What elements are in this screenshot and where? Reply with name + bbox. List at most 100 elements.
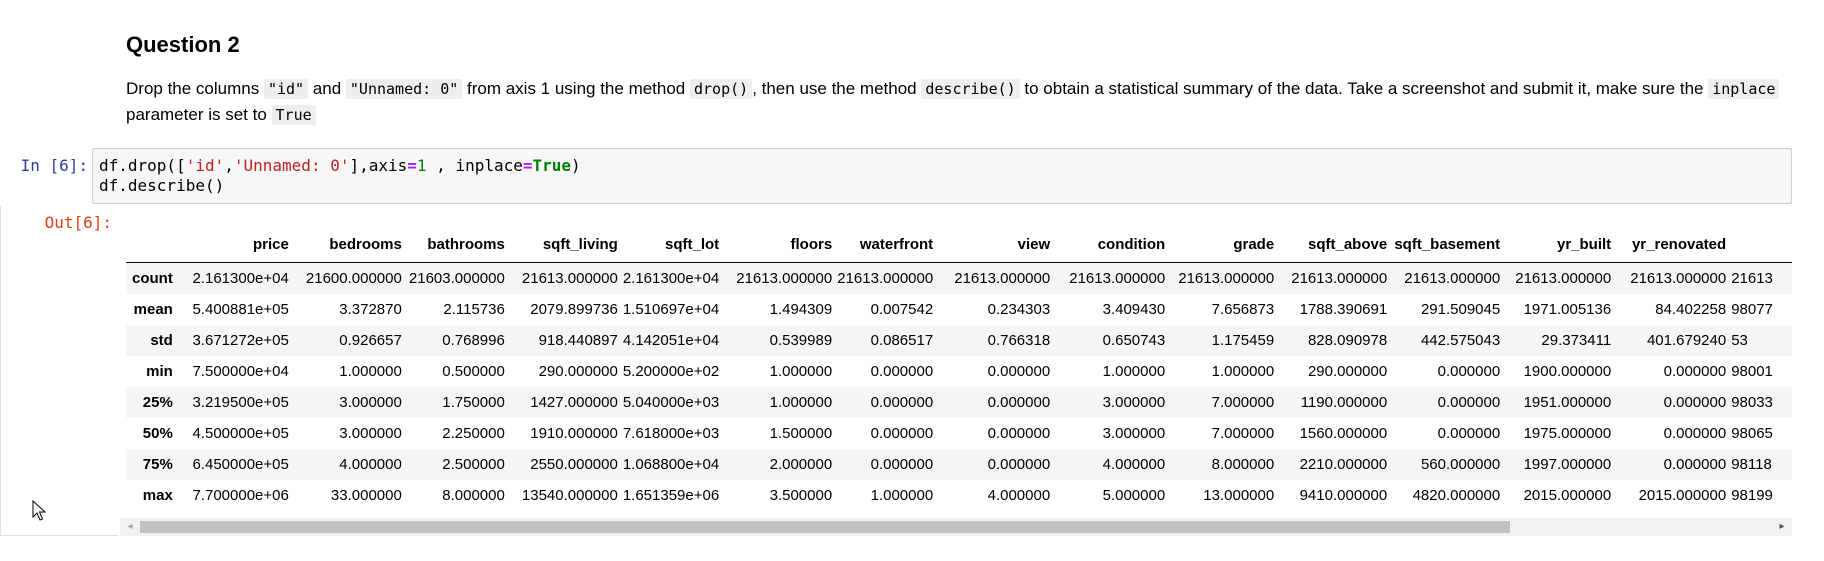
table-cell: 918.440897: [538, 332, 618, 349]
table-cell: 1975.000000: [1523, 425, 1612, 442]
table-cell: 7.000000: [1211, 425, 1275, 442]
table-cell: 2.500000: [442, 456, 505, 473]
table-cell: 1190.000000: [1300, 394, 1388, 411]
table-cell: 1.000000: [1102, 363, 1166, 380]
table-cell: 0.000000: [870, 363, 934, 380]
code-editor[interactable]: df.drop(['id','Unnamed: 0'],axis=1 , inp…: [92, 148, 1792, 204]
row-label: min: [146, 363, 173, 380]
table-cell: 2079.899736: [530, 301, 618, 318]
table-cell: 98118: [1731, 456, 1772, 473]
table-cell: 21613.000000: [521, 270, 618, 287]
table-cell: 21613.000000: [736, 270, 833, 287]
table-cell: 0.000000: [1663, 394, 1727, 411]
table-cell: 98077: [1731, 301, 1773, 318]
column-header: yr_renovated: [1616, 226, 1732, 263]
table-cell: 0.000000: [870, 394, 934, 411]
table-cell: 7.656873: [1211, 301, 1275, 318]
table-cell: 2210.000000: [1299, 456, 1388, 473]
table-cell: 0.086517: [870, 332, 934, 349]
table-cell: 2015.000000: [1638, 487, 1727, 504]
scroll-left-arrow-icon[interactable]: ◂: [124, 521, 136, 533]
table-cell: 401.679240: [1646, 332, 1727, 349]
table-cell: 2550.000000: [530, 456, 618, 473]
table-cell: 7.700000e+06: [192, 487, 289, 504]
table-cell: 1.500000: [769, 425, 833, 442]
table-cell: 1.651359e+06: [622, 487, 720, 504]
table-cell: 5.400881e+05: [192, 301, 289, 318]
table-row: std 3.671272e+05 0.926657 0.768996 918.44089…: [126, 325, 1792, 356]
table-cell: 1.000000: [769, 394, 833, 411]
table-cell: 33.000000: [330, 487, 402, 504]
table-cell: 0.000000: [870, 456, 934, 473]
output-prompt: Out[6]:: [44, 213, 112, 232]
table-cell: 3.000000: [339, 425, 402, 442]
table-cell: 1.175459: [1211, 332, 1275, 349]
row-label: max: [142, 487, 173, 504]
table-cell: 4.142051e+04: [622, 332, 720, 349]
table-cell: 1.000000: [870, 487, 934, 504]
question-text: Drop the columns "id" and "Unnamed: 0" f…: [126, 76, 1786, 128]
table-cell: 0.766318: [987, 332, 1051, 349]
table-cell: 1971.005136: [1523, 301, 1612, 318]
output-collapse-area[interactable]: [0, 206, 118, 536]
table-cell: 0.234303: [987, 301, 1051, 318]
scrollbar-thumb[interactable]: [140, 521, 1510, 533]
mouse-cursor-icon: [32, 500, 46, 521]
horizontal-scrollbar[interactable]: ◂ ▸: [120, 518, 1792, 536]
table-cell: 0.768996: [442, 332, 505, 349]
table-cell: 21613.000000: [1404, 270, 1501, 287]
table-cell: 1.000000: [339, 363, 402, 380]
table-cell: 1.750000: [442, 394, 505, 411]
table-cell: 3.000000: [339, 394, 402, 411]
table-row: mean 5.400881e+05 3.372870 2.115736 2079.899…: [126, 294, 1792, 325]
table-header-row: price bedrooms bathrooms sqft_living sqft_lo…: [126, 226, 1792, 263]
table-cell: 8.000000: [1211, 456, 1275, 473]
table-cell: 29.373411: [1541, 332, 1612, 349]
markdown-cell[interactable]: Question 2 Drop the columns "id" and "Un…: [126, 24, 1786, 128]
table-cell: 442.575043: [1420, 332, 1501, 349]
table-cell: 0.000000: [870, 425, 934, 442]
scroll-right-arrow-icon[interactable]: ▸: [1776, 521, 1788, 533]
table-cell: 21613.000000: [1515, 270, 1612, 287]
table-cell: 1.000000: [1211, 363, 1275, 380]
index-header: [126, 226, 189, 263]
question-heading: Question 2: [126, 32, 240, 57]
inline-code-id: "id": [263, 79, 309, 99]
table-cell: 0.500000: [442, 363, 505, 380]
table-cell: 560.000000: [1420, 456, 1501, 473]
table-cell: 2.000000: [769, 456, 833, 473]
table-cell: 0.000000: [987, 363, 1051, 380]
table-cell: 3.500000: [769, 487, 833, 504]
table-cell: 21603.000000: [408, 270, 505, 287]
table-cell: 7.618000e+03: [622, 425, 720, 442]
table-cell: 3.409430: [1102, 301, 1166, 318]
table-cell: 0.000000: [987, 425, 1051, 442]
table-cell: 2.115736: [443, 301, 505, 318]
table-cell: 0.539989: [769, 332, 833, 349]
table-cell: 0.000000: [1663, 363, 1727, 380]
table-cell: 21613.000000: [837, 270, 934, 287]
table-cell: 3.671272e+05: [192, 332, 289, 349]
table-cell: 0.000000: [1663, 456, 1727, 473]
row-label: count: [132, 270, 173, 287]
table-cell: 4.000000: [987, 487, 1051, 504]
table-cell: 1997.000000: [1523, 456, 1612, 473]
row-label: 50%: [142, 425, 173, 442]
inline-code-unnamed: "Unnamed: 0": [345, 79, 463, 99]
table-cell: 7.000000: [1211, 394, 1275, 411]
column-header: waterfront: [837, 226, 939, 263]
column-header: bedrooms: [293, 226, 407, 263]
table-cell: 1900.000000: [1523, 363, 1612, 380]
table-cell: 5.200000e+02: [622, 363, 720, 380]
table-cell: 0.000000: [987, 394, 1051, 411]
column-header: sqft_basement: [1392, 226, 1506, 263]
table-cell: 290.000000: [1307, 363, 1388, 380]
row-label: 75%: [142, 456, 173, 473]
table-cell: 3.372870: [339, 301, 402, 318]
table-cell: 21613.000000: [1178, 270, 1275, 287]
table-cell: 0.000000: [987, 456, 1051, 473]
table-cell: 2015.000000: [1523, 487, 1612, 504]
table-cell: 21613: [1731, 270, 1773, 287]
table-row: min 7.500000e+04 1.000000 0.500000 290.00000…: [126, 356, 1792, 387]
input-prompt: In [6]:: [20, 156, 88, 175]
